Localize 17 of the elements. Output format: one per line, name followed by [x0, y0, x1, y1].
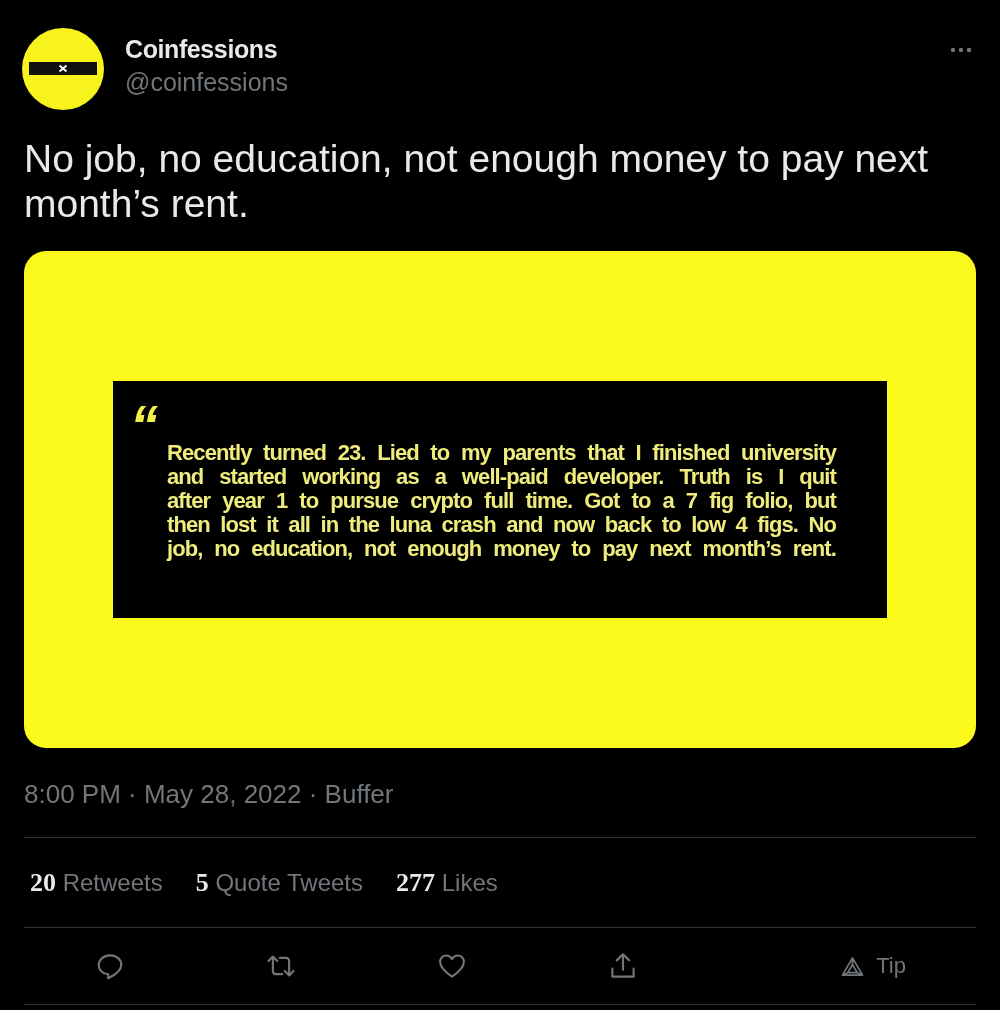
stat-link[interactable]: 5 Quote Tweets: [195, 867, 364, 898]
user-handle: @coinfessions: [125, 67, 288, 97]
tip-icon: [841, 955, 865, 977]
share-icon[interactable]: [608, 951, 638, 981]
tip-button[interactable]: Tip: [841, 953, 906, 979]
heart-icon[interactable]: [437, 951, 467, 981]
avatar-logo-icon[interactable]: [22, 28, 104, 110]
media-card[interactable]: [24, 251, 976, 748]
stat-link[interactable]: 277 Likes: [396, 867, 498, 898]
quote-mark: “: [130, 404, 158, 446]
quote-text: Recently turned 23. Lied to my parents that I finished university and started working as a well-paid developer. Truth is I quit after year 1 to pursue crypto full time. Got to a 7 fig folio, but then lost it all in the luna crash and now back to low 4 figs. No job, no education, not enough money to pay next month’s rent.: [167, 441, 836, 561]
stat-link[interactable]: 20 Retweets: [30, 867, 163, 898]
tweet-timestamp[interactable]: 8:00 PM · May 28, 2022 · Buffer: [24, 779, 976, 809]
reply-icon[interactable]: [95, 951, 125, 981]
display-name[interactable]: Coinfessions: [125, 34, 278, 64]
more-icon[interactable]: [950, 47, 972, 53]
tweet-text: No job, no education, not enough money to pay next month’s rent.: [24, 136, 930, 226]
